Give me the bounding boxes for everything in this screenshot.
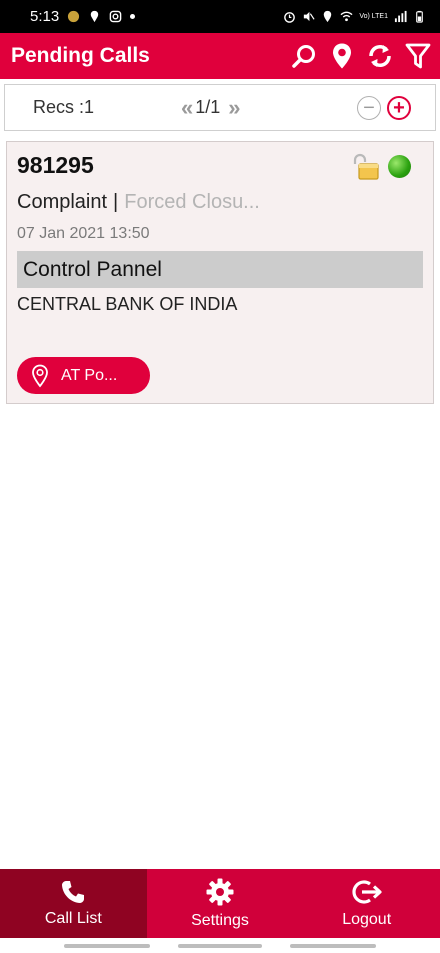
app-bar: Pending Calls [0, 33, 440, 79]
system-nav-home[interactable] [178, 944, 262, 948]
nav-logout[interactable]: Logout [293, 869, 440, 938]
next-page-button[interactable]: » [228, 95, 241, 121]
status-bar: 5:13 Vo) LTE1 [0, 0, 440, 33]
bottom-nav: Call List Settings Logout [0, 869, 440, 938]
location-pin-outline-icon [32, 364, 48, 387]
zoom-out-button[interactable]: − [357, 95, 381, 120]
call-datetime: 07 Jan 2021 13:50 [17, 225, 150, 242]
location-button-label: AT Po... [61, 366, 118, 384]
alarm-icon [284, 12, 296, 23]
search-icon [292, 45, 315, 68]
nav-logout-label: Logout [342, 911, 392, 928]
call-card[interactable]: 981295 Complaint | Forced Closu... 07 Jan … [6, 141, 434, 404]
nav-settings-label: Settings [191, 912, 249, 929]
signal-icon [394, 10, 407, 23]
more-notifications-dot [130, 14, 136, 19]
instagram-icon [109, 10, 122, 23]
refresh-button[interactable] [366, 42, 394, 70]
records-bar: Recs :1 « 1/1 » − + [4, 84, 436, 131]
nav-settings[interactable]: Settings [147, 869, 294, 938]
pager: « 1/1 » [181, 95, 241, 121]
map-location-button[interactable] [328, 42, 356, 70]
product-name: Control Pannel [17, 251, 423, 288]
nav-call-list[interactable]: Call List [0, 869, 147, 938]
network-label: Vo) LTE1 [359, 13, 388, 20]
separator: | [113, 191, 119, 213]
page-title: Pending Calls [11, 44, 150, 67]
filter-button[interactable] [404, 42, 432, 70]
records-count: Recs :1 [33, 97, 95, 117]
mute-icon [304, 11, 315, 22]
phone-icon [62, 881, 85, 903]
location-button[interactable]: AT Po... [17, 357, 150, 394]
status-time: 5:13 [30, 8, 60, 25]
customer-name: CENTRAL BANK OF INDIA [17, 294, 238, 314]
search-button[interactable] [290, 42, 318, 70]
wifi-icon [340, 11, 353, 22]
filter-icon [405, 43, 431, 69]
prev-page-button[interactable]: « [181, 95, 194, 121]
refresh-icon [369, 44, 391, 68]
call-id: 981295 [17, 152, 94, 178]
location-pin-icon [333, 43, 351, 69]
swiggy-icon [90, 10, 99, 23]
system-nav-back[interactable] [290, 944, 376, 948]
call-type: Complaint [17, 191, 108, 213]
system-nav-recents[interactable] [64, 944, 150, 948]
nav-call-list-label: Call List [44, 910, 102, 927]
zoom-in-button[interactable]: + [387, 95, 411, 120]
status-indicator-icon [388, 155, 411, 178]
call-status: Forced Closu... [124, 191, 260, 213]
location-status-icon [324, 10, 332, 23]
page-indicator: 1/1 [195, 97, 221, 117]
call-type-line: Complaint | Forced Closu... [17, 191, 260, 214]
battery-icon [416, 10, 423, 23]
gear-icon [206, 878, 234, 906]
logout-icon [352, 880, 382, 904]
unlock-icon[interactable] [351, 153, 381, 181]
app-notification-icon [68, 10, 80, 23]
